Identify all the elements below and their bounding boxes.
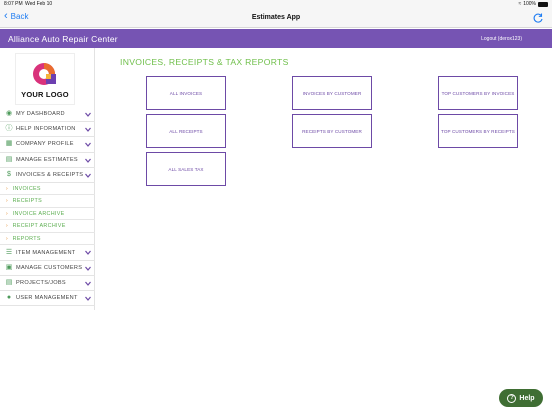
sidebar-item-company-profile[interactable]: ▦ COMPANY PROFILE	[0, 137, 95, 153]
all-invoices-button[interactable]: ALL INVOICES	[146, 76, 226, 110]
button-label: TOP CUSTOMERS BY INVOICES	[441, 90, 515, 96]
chevron-right-icon: ›	[6, 235, 8, 242]
logo-text: YOUR LOGO	[21, 90, 69, 99]
help-label: Help	[519, 394, 535, 402]
sidebar-item-label: COMPANY PROFILE	[16, 141, 74, 148]
sidebar-item-label: MANAGE ESTIMATES	[16, 156, 78, 163]
all-receipts-button[interactable]: ALL RECEIPTS	[146, 114, 226, 148]
question-icon: ?	[507, 393, 517, 403]
sidebar-subitem-invoice-archive[interactable]: › INVOICE ARCHIVE	[0, 208, 95, 221]
sidebar-subitem-reports[interactable]: › REPORTS	[0, 233, 95, 246]
sidebar-item-label: ITEM MANAGEMENT	[16, 249, 76, 256]
status-time: 8:07 PM	[4, 1, 23, 7]
battery-icon	[538, 1, 548, 7]
chevron-down-icon	[85, 296, 91, 301]
sidebar-item-label: MY DASHBOARD	[16, 111, 65, 118]
briefcase-icon: ▤	[5, 278, 13, 286]
chevron-down-icon	[85, 127, 91, 133]
top-customers-by-receipts-button[interactable]: TOP CUSTOMERS BY RECEIPTS	[438, 114, 518, 148]
status-battery: ≈ 100%	[518, 1, 548, 7]
chevron-right-icon: ›	[6, 223, 8, 230]
chevron-down-icon	[85, 158, 91, 163]
chevron-down-icon	[85, 266, 91, 271]
dashboard-icon: ◉	[5, 110, 13, 118]
sidebar-item-label: MANAGE CUSTOMERS	[16, 264, 83, 271]
button-label: TOP CUSTOMERS BY RECEIPTS	[441, 128, 515, 134]
sidebar-item-label: HELP INFORMATION	[16, 126, 76, 133]
sidebar-item-dashboard[interactable]: ◉ MY DASHBOARD	[0, 107, 95, 123]
navigation-bar: ‹ Back Estimates App	[0, 8, 552, 28]
sidebar-subitem-invoices[interactable]: › INVOICES	[0, 183, 95, 196]
sidebar-item-users[interactable]: ● USER MANAGEMENT	[0, 291, 95, 307]
app-header: Alliance Auto Repair Center Logout (dero…	[0, 29, 552, 48]
logo-mark-icon	[33, 63, 56, 85]
top-customers-by-invoices-button[interactable]: TOP CUSTOMERS BY INVOICES	[438, 76, 518, 110]
battery-percent: 100%	[523, 1, 536, 7]
nav-title: Estimates App	[251, 14, 301, 21]
sidebar-subitem-label: INVOICES	[12, 185, 41, 192]
users-icon: ●	[6, 294, 12, 302]
button-label: ALL SALES TAX	[168, 166, 204, 172]
company-name: Alliance Auto Repair Center	[8, 34, 118, 44]
document-icon: ▤	[5, 155, 13, 163]
chevron-down-icon	[85, 112, 91, 117]
main-content: INVOICES, RECEIPTS & TAX REPORTS ALL INV…	[96, 48, 552, 414]
status-bar: 8:07 PM Wed Feb 10 ≈ 100%	[0, 0, 552, 8]
sidebar-subitem-receipts[interactable]: › RECEIPTS	[0, 195, 95, 208]
button-label: INVOICES BY CUSTOMER	[302, 90, 362, 96]
button-label: ALL INVOICES	[169, 90, 203, 96]
sidebar-item-label: PROJECTS/JOBS	[16, 279, 66, 286]
sidebar-item-customers[interactable]: ▣ MANAGE CUSTOMERS	[0, 261, 95, 276]
dollar-icon: $	[7, 170, 11, 178]
contact-icon: ▣	[5, 263, 13, 271]
chevron-down-icon	[85, 281, 91, 286]
chevron-right-icon: ›	[6, 185, 8, 192]
sidebar-item-projects[interactable]: ▤ PROJECTS/JOBS	[0, 276, 95, 291]
all-sales-tax-button[interactable]: ALL SALES TAX	[146, 152, 226, 186]
logout-link[interactable]: Logout (derox123)	[481, 36, 522, 42]
chevron-down-icon	[85, 142, 91, 148]
sidebar: YOUR LOGO ◉ MY DASHBOARD ⓘ HELP INFORMAT…	[0, 48, 95, 310]
list-icon: ☰	[5, 248, 13, 256]
sidebar-menu: ◉ MY DASHBOARD ⓘ HELP INFORMATION ▦ COMP…	[0, 107, 95, 307]
sidebar-item-label: USER MANAGEMENT	[16, 295, 78, 302]
page-title: INVOICES, RECEIPTS & TAX REPORTS	[120, 57, 289, 67]
chevron-right-icon: ›	[6, 210, 8, 217]
sidebar-subitem-label: REPORTS	[12, 235, 41, 242]
wifi-icon: ≈	[518, 1, 522, 7]
sidebar-item-item-management[interactable]: ☰ ITEM MANAGEMENT	[0, 245, 95, 261]
sidebar-item-label: INVOICES & RECEIPTS	[16, 171, 84, 178]
sidebar-item-help[interactable]: ⓘ HELP INFORMATION	[0, 122, 95, 138]
status-date: Wed Feb 10	[25, 1, 53, 7]
invoices-by-customer-button[interactable]: INVOICES BY CUSTOMER	[292, 76, 372, 110]
help-button[interactable]: ? Help	[499, 389, 543, 407]
sidebar-subitem-label: RECEIPT ARCHIVE	[12, 223, 66, 230]
chevron-down-icon	[85, 251, 91, 256]
sidebar-subitem-receipt-archive[interactable]: › RECEIPT ARCHIVE	[0, 220, 95, 233]
refresh-icon[interactable]	[532, 12, 544, 24]
building-icon: ▦	[5, 140, 13, 148]
company-logo: YOUR LOGO	[15, 53, 75, 105]
button-label: ALL RECEIPTS	[169, 128, 203, 134]
sidebar-item-estimates[interactable]: ▤ MANAGE ESTIMATES	[0, 153, 95, 168]
button-label: RECEIPTS BY CUSTOMER	[302, 128, 362, 134]
info-icon: ⓘ	[5, 125, 13, 133]
sidebar-item-invoices-receipts[interactable]: $ INVOICES & RECEIPTS	[0, 168, 95, 183]
chevron-down-icon	[85, 173, 91, 178]
sidebar-subitem-label: INVOICE ARCHIVE	[12, 210, 65, 217]
chevron-right-icon: ›	[6, 198, 8, 205]
sidebar-subitem-label: RECEIPTS	[12, 198, 43, 205]
receipts-by-customer-button[interactable]: RECEIPTS BY CUSTOMER	[292, 114, 372, 148]
